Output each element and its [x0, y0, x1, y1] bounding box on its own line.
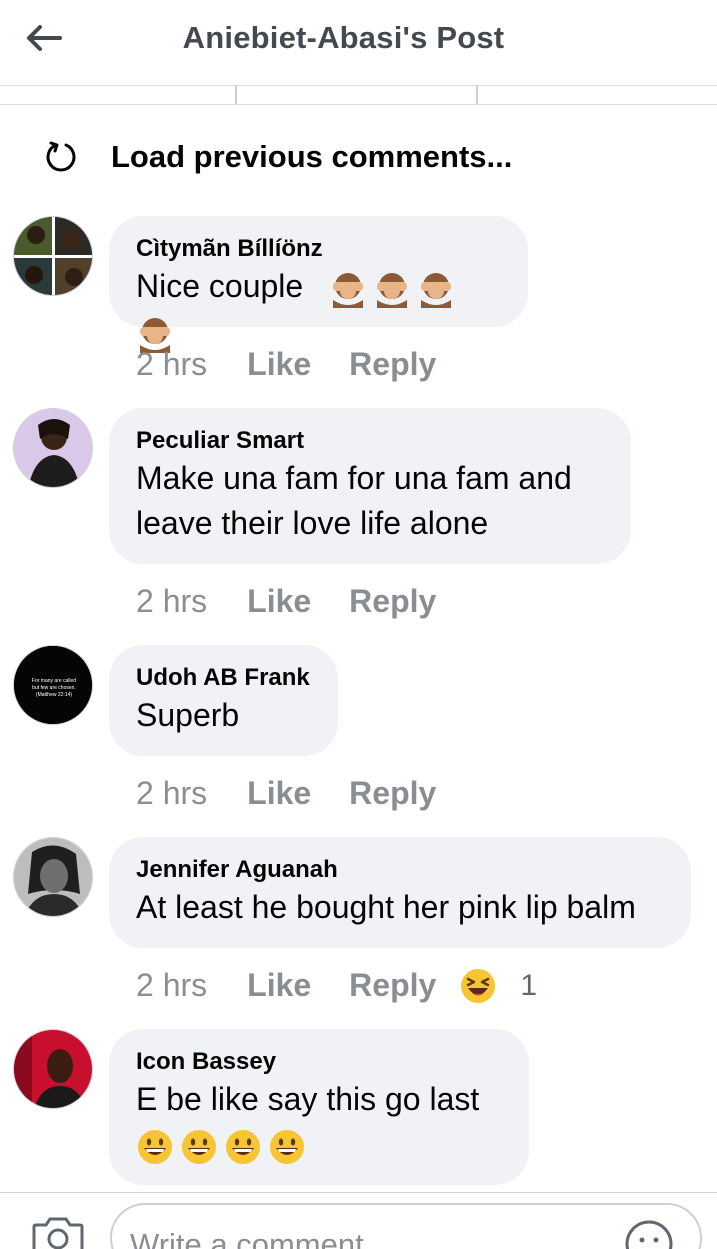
- comment-actions: 2 hrs Like Reply: [136, 346, 474, 383]
- comment-text-line: leave their love life alone: [136, 505, 489, 541]
- camera-icon: [32, 1217, 84, 1249]
- grinning-face-icon: [270, 1129, 304, 1164]
- page-title: Aniebiet-Abasi's Post: [182, 20, 505, 55]
- comment-actions: 2 hrs Like Reply: [136, 775, 474, 812]
- smiley-icon[interactable]: [624, 1219, 674, 1249]
- comment-input-placeholder: Write a comment...: [130, 1227, 390, 1249]
- comment-time: 2 hrs: [136, 967, 208, 1003]
- see-no-evil-monkey-icon: [332, 272, 363, 308]
- comment-text: Superb: [136, 697, 240, 733]
- avatar-caption-line: (Matthew 22:14): [36, 692, 72, 698]
- avatar[interactable]: [13, 1029, 93, 1109]
- top-bar: Aniebiet-Abasi's Post: [0, 0, 717, 86]
- comment-author[interactable]: Cìtymãn Bíllíönz: [136, 234, 502, 264]
- reply-button[interactable]: Reply: [349, 583, 436, 620]
- comment-author[interactable]: Jennifer Aguanah: [136, 855, 665, 885]
- laughing-face-icon: [461, 968, 496, 1003]
- comment-bubble[interactable]: Cìtymãn Bíllíönz Nice couple: [109, 216, 528, 353]
- comment-time: 2 hrs: [136, 583, 208, 619]
- avatar[interactable]: For many are called but few are chosen. …: [13, 645, 93, 725]
- comment-author[interactable]: Peculiar Smart: [136, 426, 605, 456]
- reply-button[interactable]: Reply: [349, 967, 436, 1004]
- comment-text: E be like say this go last: [136, 1081, 480, 1117]
- load-previous-comments[interactable]: Load previous comments...: [40, 130, 512, 184]
- comment-text: Nice couple: [136, 264, 502, 354]
- comment-composer: Write a comment...: [0, 1192, 717, 1249]
- like-button[interactable]: Like: [247, 583, 311, 620]
- see-no-evil-monkey-icon: [376, 272, 407, 308]
- camera-button[interactable]: [30, 1215, 86, 1249]
- reaction-summary[interactable]: 1: [460, 968, 537, 1004]
- load-previous-label: Load previous comments...: [111, 139, 513, 174]
- avatar-caption-line: For many are called: [32, 678, 76, 684]
- comment-author[interactable]: Udoh AB Frank: [136, 663, 312, 693]
- action-segment[interactable]: [478, 86, 717, 104]
- comment-time: 2 hrs: [136, 346, 208, 382]
- like-button[interactable]: Like: [247, 346, 311, 383]
- reaction-count: 1: [520, 968, 537, 1002]
- avatar-caption-line: but few are chosen.: [32, 685, 76, 691]
- see-no-evil-monkey-icon: [420, 272, 451, 308]
- comment-time: 2 hrs: [136, 775, 208, 811]
- grinning-face-icon: [182, 1129, 216, 1164]
- like-button[interactable]: Like: [247, 775, 311, 812]
- comment-bubble[interactable]: Udoh AB Frank Superb: [109, 645, 338, 756]
- like-button[interactable]: Like: [247, 967, 311, 1004]
- comment-text: At least he bought her pink lip balm: [136, 889, 636, 925]
- avatar[interactable]: [13, 408, 93, 488]
- avatar[interactable]: [13, 837, 93, 917]
- comment-bubble[interactable]: Jennifer Aguanah At least he bought her …: [109, 837, 691, 948]
- refresh-icon: [40, 136, 82, 178]
- comment-input[interactable]: Write a comment...: [110, 1203, 702, 1249]
- comment-actions: 2 hrs Like Reply: [136, 583, 474, 620]
- comment-bubble[interactable]: Peculiar Smart Make una fam for una fam …: [109, 408, 631, 564]
- comment-bubble[interactable]: Icon Bassey E be like say this go last: [109, 1029, 529, 1185]
- action-segment[interactable]: [237, 86, 478, 104]
- grinning-face-icon: [226, 1129, 260, 1164]
- post-actions-strip: [0, 86, 717, 105]
- comment-emoji-line: [136, 1122, 503, 1167]
- reply-button[interactable]: Reply: [349, 775, 436, 812]
- grinning-face-icon: [138, 1129, 172, 1164]
- comment-author[interactable]: Icon Bassey: [136, 1047, 503, 1077]
- comment-text-body: Nice couple: [136, 268, 304, 304]
- action-segment[interactable]: [0, 86, 237, 104]
- comment-text-line: Make una fam for una fam and: [136, 460, 572, 496]
- avatar[interactable]: [13, 216, 93, 296]
- reply-button[interactable]: Reply: [349, 346, 436, 383]
- comment-actions: 2 hrs Like Reply 1: [136, 967, 537, 1004]
